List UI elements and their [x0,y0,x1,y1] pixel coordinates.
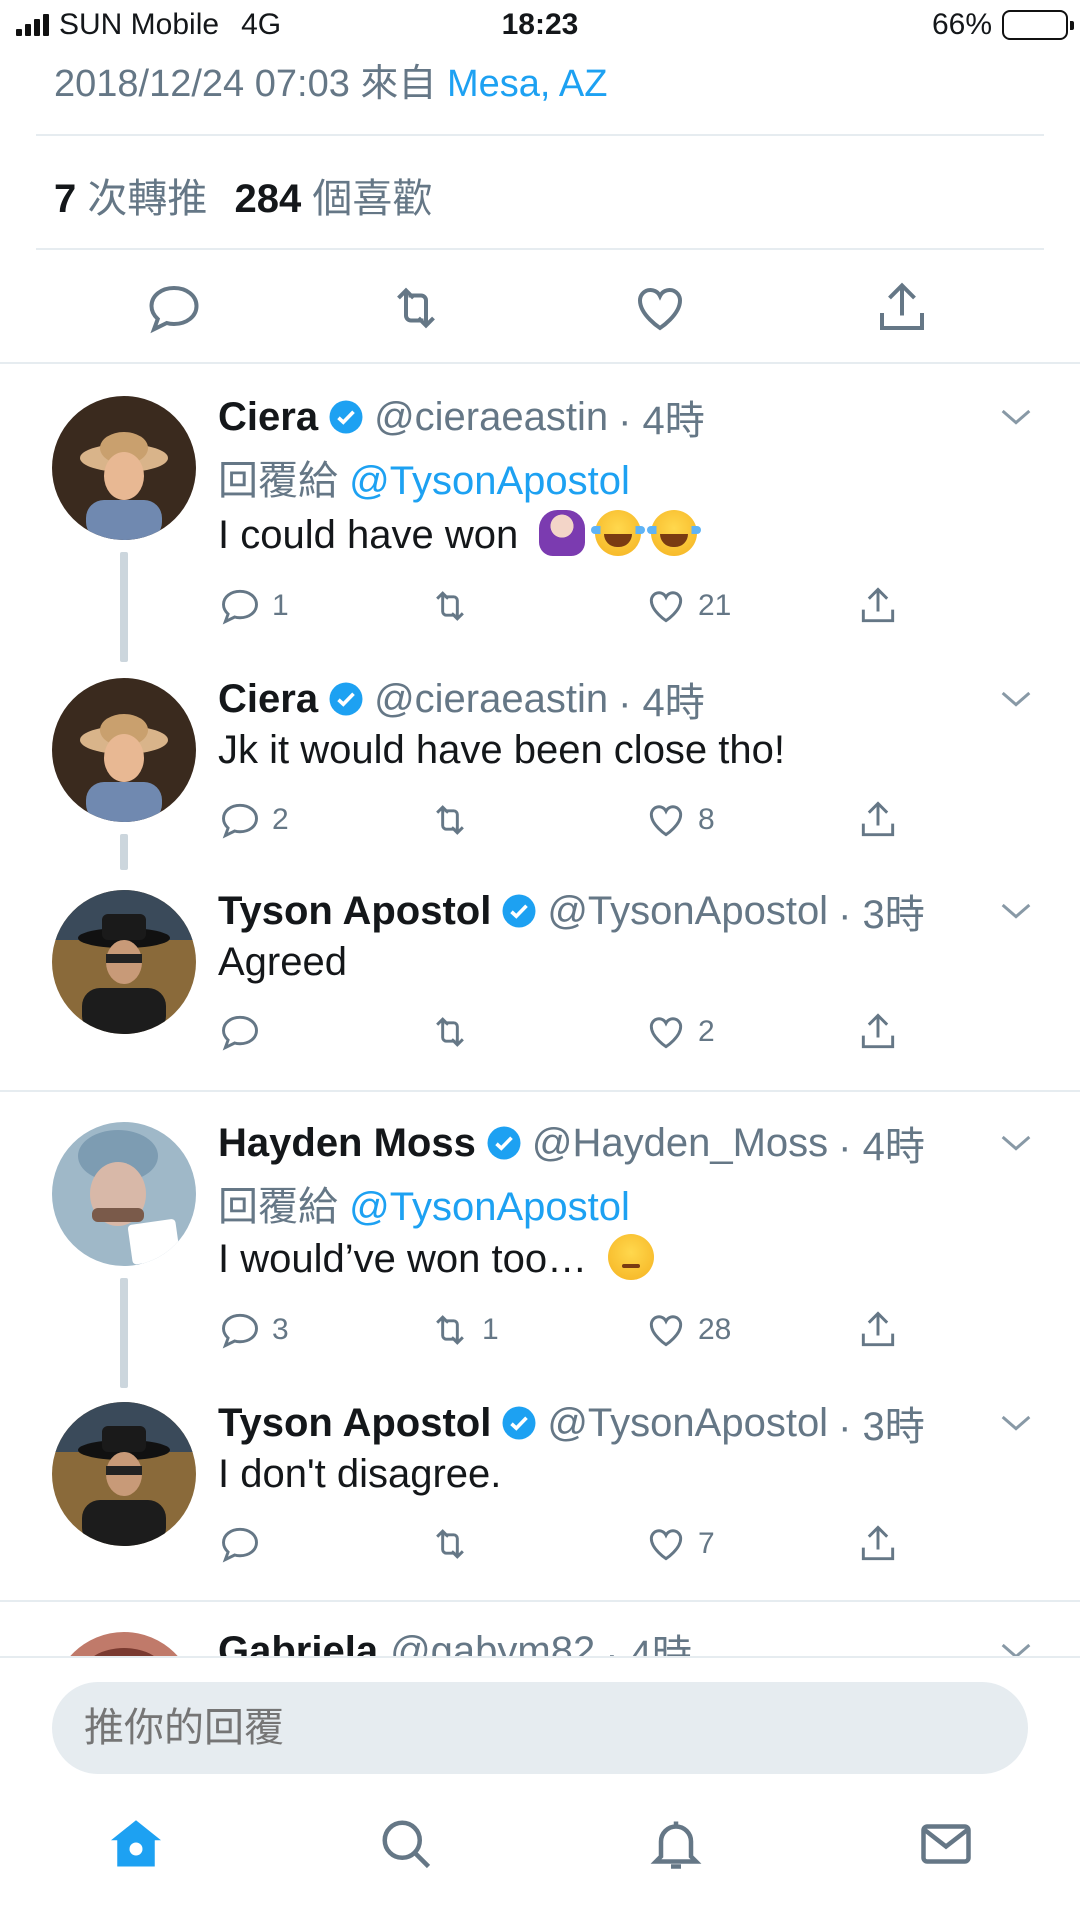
tab-bar [0,1786,1080,1920]
reply-composer-bar [0,1656,1080,1786]
notifications-icon[interactable] [646,1814,706,1874]
reply-header: Gabriela @gabym82 · 4時 [218,1622,692,1657]
avatar[interactable] [52,1632,196,1656]
reply-input[interactable] [52,1682,1028,1774]
messages-icon[interactable] [916,1814,976,1874]
home-icon[interactable] [106,1814,166,1874]
author-handle[interactable]: @gabym82 [390,1629,595,1657]
chevron-down-icon[interactable] [996,1630,1036,1656]
reply-time: · 4時 [605,1633,692,1656]
reply-tweet[interactable]: Gabriela @gabym82 · 4時 [0,0,1080,1656]
search-icon[interactable] [376,1814,436,1874]
author-name[interactable]: Gabriela [218,1629,378,1657]
